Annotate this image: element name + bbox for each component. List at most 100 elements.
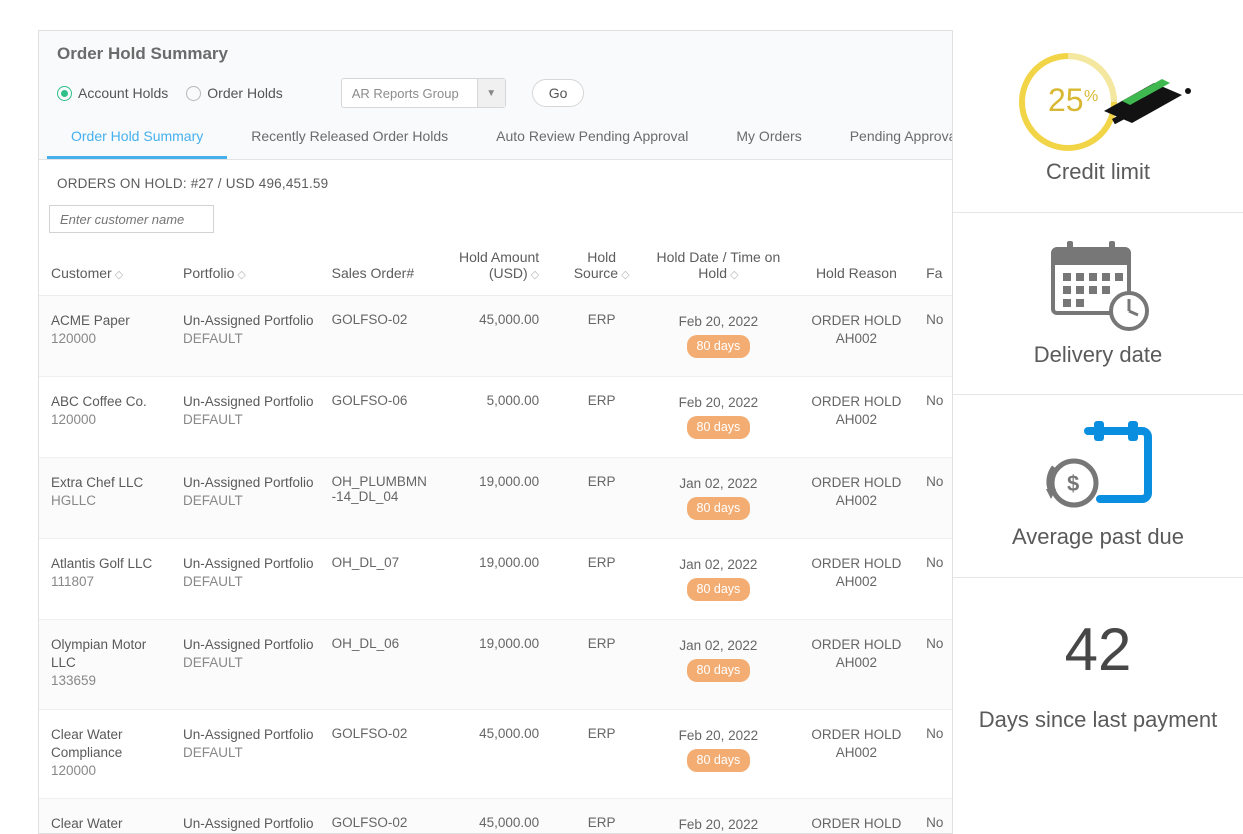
radio-order-holds[interactable]: Order Holds xyxy=(186,85,282,101)
days-badge: 80 days xyxy=(687,578,751,601)
col-amount[interactable]: Hold Amount (USD)◇ xyxy=(437,241,559,296)
hold-date-cell: Feb 20, 202280 days xyxy=(650,393,787,439)
radio-label: Order Holds xyxy=(207,85,282,101)
svg-text:25: 25 xyxy=(1048,82,1084,118)
tab-recently-released[interactable]: Recently Released Order Holds xyxy=(227,118,472,159)
col-source[interactable]: Hold Source◇ xyxy=(559,241,644,296)
fa-cell: No xyxy=(920,709,952,799)
amount-cell: 45,000.00 xyxy=(437,296,559,377)
table-row[interactable]: Clear Water Corporation Ltd. LLC120000 U… xyxy=(39,799,952,833)
portfolio-cell: Un-Assigned PortfolioDEFAULT xyxy=(183,474,320,510)
table-row[interactable]: Olympian Motor LLC133659 Un-Assigned Por… xyxy=(39,620,952,710)
days-number: 42 xyxy=(1065,615,1132,684)
sales-order-cell: OH_PLUMBMN-14_DL_04 xyxy=(326,458,437,539)
col-label: Hold Source xyxy=(574,249,618,281)
tab-order-hold-summary[interactable]: Order Hold Summary xyxy=(47,118,227,159)
col-sales-order[interactable]: Sales Order# xyxy=(326,241,437,296)
sales-order-cell: GOLFSO-02 xyxy=(326,296,437,377)
sort-icon: ◇ xyxy=(531,269,539,281)
tab-auto-review[interactable]: Auto Review Pending Approval xyxy=(472,118,712,159)
amount-cell: 19,000.00 xyxy=(437,620,559,710)
customer-cell: Olympian Motor LLC133659 xyxy=(51,636,171,691)
customer-cell: Atlantis Golf LLC111807 xyxy=(51,555,171,591)
reports-group-dropdown[interactable]: AR Reports Group ▼ xyxy=(341,78,506,108)
amount-cell: 45,000.00 xyxy=(437,709,559,799)
portfolio-cell: Un-Assigned PortfolioDEFAULT xyxy=(183,312,320,348)
tabs: Order Hold Summary Recently Released Ord… xyxy=(39,118,952,160)
col-label: Fa xyxy=(926,265,942,281)
card-average-past-due: $ Average past due xyxy=(953,395,1243,578)
sort-icon: ◇ xyxy=(730,269,738,281)
hold-date-cell: Feb 20, 202280 days xyxy=(650,312,787,358)
tab-my-orders[interactable]: My Orders xyxy=(712,118,825,159)
fa-cell: No xyxy=(920,620,952,710)
days-badge: 80 days xyxy=(687,416,751,439)
table-row[interactable]: ACME Paper120000 Un-Assigned PortfolioDE… xyxy=(39,296,952,377)
col-label: Portfolio xyxy=(183,265,234,281)
col-label: Hold Date / Time on Hold xyxy=(657,249,781,281)
radio-label: Account Holds xyxy=(78,85,168,101)
sales-order-cell: OH_DL_07 xyxy=(326,539,437,620)
col-customer[interactable]: Customer◇ xyxy=(39,241,177,296)
card-days-since-payment: 42 Days since last payment xyxy=(953,578,1243,760)
tab-pending-approvals[interactable]: Pending Approvals xyxy=(826,118,953,159)
col-label: Customer xyxy=(51,265,112,281)
hold-date-cell: Jan 02, 202280 days xyxy=(650,474,787,520)
table-row[interactable]: ABC Coffee Co.120000 Un-Assigned Portfol… xyxy=(39,377,952,458)
sort-icon: ◇ xyxy=(237,269,245,281)
table-row[interactable]: Extra Chef LLCHGLLC Un-Assigned Portfoli… xyxy=(39,458,952,539)
panel-title: Order Hold Summary xyxy=(57,44,934,64)
sort-icon: ◇ xyxy=(621,269,629,281)
customer-cell: ACME Paper120000 xyxy=(51,312,171,348)
days-badge: 80 days xyxy=(687,659,751,682)
portfolio-cell: Un-Assigned PortfolioDEFAULT xyxy=(183,555,320,591)
source-cell: ERP xyxy=(559,799,644,833)
source-cell: ERP xyxy=(559,458,644,539)
col-date[interactable]: Hold Date / Time on Hold◇ xyxy=(644,241,793,296)
amount-cell: 19,000.00 xyxy=(437,458,559,539)
col-label: Hold Reason xyxy=(816,265,897,281)
days-value: 42 xyxy=(1065,600,1132,700)
side-panel: 25 % Credit limit xyxy=(953,0,1243,834)
card-delivery-date: Delivery date xyxy=(953,213,1243,396)
panel-header: Order Hold Summary xyxy=(39,31,952,72)
radio-account-holds[interactable]: Account Holds xyxy=(57,85,168,101)
sales-order-cell: OH_DL_06 xyxy=(326,620,437,710)
table-row[interactable]: Clear Water Compliance120000 Un-Assigned… xyxy=(39,709,952,799)
amount-cell: 45,000.00 xyxy=(437,799,559,833)
orders-on-hold-summary: ORDERS ON HOLD: #27 / USD 496,451.59 xyxy=(39,160,952,199)
col-portfolio[interactable]: Portfolio◇ xyxy=(177,241,326,296)
portfolio-cell: Un-Assigned PortfolioDEFAULT xyxy=(183,815,320,833)
hold-date-cell: Jan 02, 202280 days xyxy=(650,555,787,601)
source-cell: ERP xyxy=(559,296,644,377)
customer-cell: Clear Water Corporation Ltd. LLC120000 xyxy=(51,815,171,833)
source-cell: ERP xyxy=(559,377,644,458)
fa-cell: No xyxy=(920,458,952,539)
portfolio-cell: Un-Assigned PortfolioDEFAULT xyxy=(183,636,320,672)
amount-cell: 5,000.00 xyxy=(437,377,559,458)
sales-order-cell: GOLFSO-02 xyxy=(326,799,437,833)
radio-dot-icon xyxy=(186,86,201,101)
orders-table: Customer◇ Portfolio◇ Sales Order# Hold A… xyxy=(39,241,952,833)
calendar-clock-icon xyxy=(1043,235,1153,335)
reason-cell: ORDER HOLDAH002 xyxy=(799,815,914,833)
past-due-icon: $ xyxy=(1038,417,1158,517)
col-fa[interactable]: Fa xyxy=(920,241,952,296)
portfolio-cell: Un-Assigned PortfolioDEFAULT xyxy=(183,393,320,429)
fa-cell: No xyxy=(920,539,952,620)
customer-search-input[interactable] xyxy=(49,205,214,233)
order-hold-panel: Order Hold Summary Account Holds Order H… xyxy=(38,30,953,834)
reason-cell: ORDER HOLDAH002 xyxy=(799,555,914,591)
source-cell: ERP xyxy=(559,539,644,620)
table-row[interactable]: Atlantis Golf LLC111807 Un-Assigned Port… xyxy=(39,539,952,620)
card-label: Days since last payment xyxy=(979,706,1217,734)
go-button[interactable]: Go xyxy=(532,79,585,107)
customer-cell: Clear Water Compliance120000 xyxy=(51,726,171,781)
chevron-down-icon: ▼ xyxy=(477,79,505,107)
col-reason[interactable]: Hold Reason xyxy=(793,241,920,296)
sales-order-cell: GOLFSO-06 xyxy=(326,377,437,458)
reason-cell: ORDER HOLDAH002 xyxy=(799,726,914,762)
days-badge: 80 days xyxy=(687,497,751,520)
credit-limit-icon: 25 % xyxy=(998,52,1198,152)
reason-cell: ORDER HOLDAH002 xyxy=(799,636,914,672)
